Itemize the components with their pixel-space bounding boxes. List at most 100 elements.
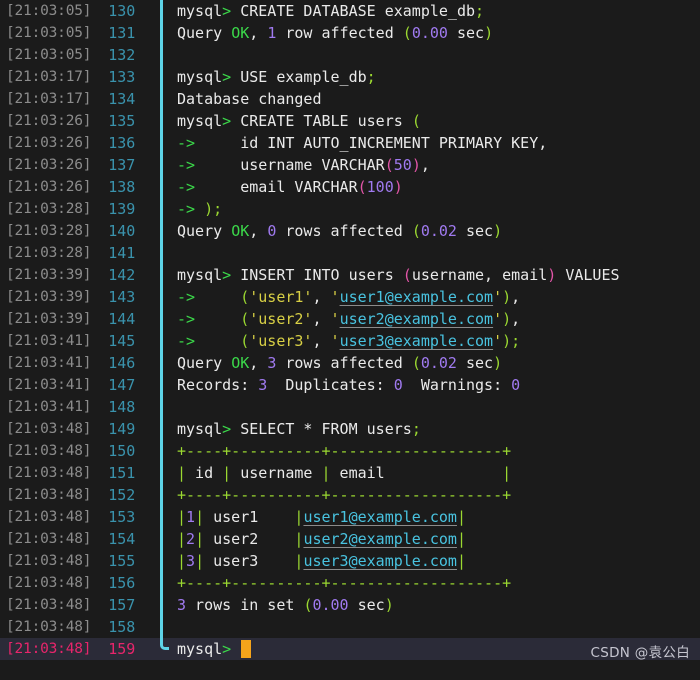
line-gutter: [21:03:48] 151 xyxy=(0,462,160,484)
line-content[interactable]: -> ('user1', ' user1@example.com '), xyxy=(163,286,700,308)
terminal-line[interactable]: [21:03:28] 139 -> ); xyxy=(0,198,700,220)
terminal-line[interactable]: [21:03:05] 132 xyxy=(0,44,700,66)
line-content[interactable]: -> ); xyxy=(163,198,700,220)
line-content[interactable]: Query OK, 0 rows affected (0.02 sec) xyxy=(163,220,700,242)
line-gutter: [21:03:48] 150 xyxy=(0,440,160,462)
line-content[interactable]: | id | username | email | xyxy=(163,462,700,484)
line-content[interactable]: | 2 | user2 | user2@example.com | xyxy=(163,528,700,550)
line-number: 153 xyxy=(108,508,136,526)
terminal-line[interactable]: [21:03:48] 154 | 2 | user2 | user2@example… xyxy=(0,528,700,550)
terminal-line[interactable]: [21:03:39] 144 -> ('user2', ' user2@exampl… xyxy=(0,308,700,330)
terminal-line[interactable]: [21:03:41] 145 -> ('user3', ' user3@exampl… xyxy=(0,330,700,352)
line-content[interactable]: mysql > USE example_db; xyxy=(163,66,700,88)
line-content[interactable]: +----+----------+-------------------+ xyxy=(163,484,700,506)
line-content[interactable]: -> ('user2', ' user2@example.com '), xyxy=(163,308,700,330)
line-content[interactable]: Database changed xyxy=(163,88,700,110)
terminal-line[interactable]: [21:03:17] 134 Database changed xyxy=(0,88,700,110)
terminal-line[interactable]: [21:03:17] 133 mysql > USE example_db; xyxy=(0,66,700,88)
line-number: 155 xyxy=(108,552,136,570)
terminal-line[interactable]: [21:03:26] 137 -> username VARCHAR(50), xyxy=(0,154,700,176)
line-gutter: [21:03:26] 137 xyxy=(0,154,160,176)
line-number: 146 xyxy=(108,354,136,372)
terminal-line[interactable]: [21:03:48] 153 | 1 | user1 | user1@example… xyxy=(0,506,700,528)
line-content[interactable]: | 3 | user3 | user3@example.com | xyxy=(163,550,700,572)
line-content[interactable] xyxy=(163,616,700,638)
line-timestamp: [21:03:39] xyxy=(6,289,92,305)
line-timestamp: [21:03:26] xyxy=(6,135,92,151)
terminal-line[interactable]: [21:03:39] 143 -> ('user1', ' user1@exampl… xyxy=(0,286,700,308)
line-content[interactable]: Query OK, 3 rows affected (0.02 sec) xyxy=(163,352,700,374)
line-content[interactable] xyxy=(163,44,700,66)
terminal-line[interactable]: [21:03:48] 152 +----+----------+----------… xyxy=(0,484,700,506)
terminal-line[interactable]: [21:03:48] 158 xyxy=(0,616,700,638)
text-cursor xyxy=(241,640,252,658)
terminal-line[interactable]: [21:03:48] 157 3 rows in set (0.00 sec) xyxy=(0,594,700,616)
line-content[interactable]: mysql > CREATE TABLE users ( xyxy=(163,110,700,132)
terminal-line[interactable]: [21:03:39] 142 mysql > INSERT INTO users (u… xyxy=(0,264,700,286)
terminal-line[interactable]: [21:03:26] 135 mysql > CREATE TABLE users ( xyxy=(0,110,700,132)
line-gutter: [21:03:48] 152 xyxy=(0,484,160,506)
line-content[interactable]: mysql > SELECT * FROM users; xyxy=(163,418,700,440)
line-number: 147 xyxy=(108,376,136,394)
line-number: 144 xyxy=(108,310,136,328)
terminal-line[interactable]: [21:03:48] 150 +----+----------+----------… xyxy=(0,440,700,462)
line-gutter: [21:03:48] 157 xyxy=(0,594,160,616)
line-number: 132 xyxy=(108,46,136,64)
line-number: 142 xyxy=(108,266,136,284)
line-number: 143 xyxy=(108,288,136,306)
line-content[interactable]: -> id INT AUTO_INCREMENT PRIMARY KEY, xyxy=(163,132,700,154)
terminal-line[interactable]: [21:03:05] 131 Query OK, 1 row affected (0… xyxy=(0,22,700,44)
line-content[interactable]: | 1 | user1 | user1@example.com | xyxy=(163,506,700,528)
terminal-line[interactable]: [21:03:41] 146 Query OK, 3 rows affected (… xyxy=(0,352,700,374)
line-number: 138 xyxy=(108,178,136,196)
line-content[interactable]: +----+----------+-------------------+ xyxy=(163,440,700,462)
terminal-output[interactable]: [21:03:05] 130 mysql > CREATE DATABASE exam… xyxy=(0,0,700,660)
line-timestamp: [21:03:48] xyxy=(6,531,92,547)
line-number: 130 xyxy=(108,2,136,20)
line-content[interactable]: mysql > xyxy=(163,638,700,660)
line-number: 154 xyxy=(108,530,136,548)
line-content[interactable]: Records: 3 Duplicates: 0 Warnings: 0 xyxy=(163,374,700,396)
line-content[interactable] xyxy=(163,242,700,264)
terminal-line[interactable]: [21:03:48] 155 | 3 | user3 | user3@example… xyxy=(0,550,700,572)
line-gutter: [21:03:48] 155 xyxy=(0,550,160,572)
terminal-line[interactable]: [21:03:05] 130 mysql > CREATE DATABASE exam… xyxy=(0,0,700,22)
line-content[interactable]: mysql > INSERT INTO users (username, emai… xyxy=(163,264,700,286)
line-timestamp: [21:03:41] xyxy=(6,333,92,349)
line-gutter: [21:03:17] 133 xyxy=(0,66,160,88)
line-timestamp: [21:03:41] xyxy=(6,399,92,415)
line-timestamp: [21:03:48] xyxy=(6,509,92,525)
line-number: 149 xyxy=(108,420,136,438)
terminal-line[interactable]: [21:03:28] 141 xyxy=(0,242,700,264)
terminal-line[interactable]: [21:03:48] 151 | id | username | email | xyxy=(0,462,700,484)
line-number: 148 xyxy=(108,398,136,416)
terminal-line[interactable]: [21:03:26] 138 -> email VARCHAR(100) xyxy=(0,176,700,198)
line-timestamp: [21:03:48] xyxy=(6,641,92,657)
line-content[interactable]: +----+----------+-------------------+ xyxy=(163,572,700,594)
line-content[interactable]: Query OK, 1 row affected (0.00 sec) xyxy=(163,22,700,44)
line-number: 152 xyxy=(108,486,136,504)
line-number: 131 xyxy=(108,24,136,42)
line-timestamp: [21:03:26] xyxy=(6,179,92,195)
line-content[interactable]: 3 rows in set (0.00 sec) xyxy=(163,594,700,616)
line-content[interactable]: -> username VARCHAR(50), xyxy=(163,154,700,176)
line-content[interactable]: -> ('user3', ' user3@example.com '); xyxy=(163,330,700,352)
line-timestamp: [21:03:28] xyxy=(6,201,92,217)
line-content[interactable]: mysql > CREATE DATABASE example_db; xyxy=(163,0,700,22)
terminal-window[interactable]: [21:03:05] 130 mysql > CREATE DATABASE exam… xyxy=(0,0,700,680)
line-content[interactable] xyxy=(163,396,700,418)
terminal-line[interactable]: [21:03:41] 147 Records: 3 Duplicates: 0 Wa… xyxy=(0,374,700,396)
line-number: 135 xyxy=(108,112,136,130)
line-timestamp: [21:03:48] xyxy=(6,619,92,635)
terminal-line[interactable]: [21:03:48] 149 mysql > SELECT * FROM users; xyxy=(0,418,700,440)
terminal-line[interactable]: [21:03:26] 136 -> id INT AUTO_INCREMENT P… xyxy=(0,132,700,154)
line-content[interactable]: -> email VARCHAR(100) xyxy=(163,176,700,198)
terminal-line[interactable]: [21:03:48] 156 +----+----------+----------… xyxy=(0,572,700,594)
line-number: 158 xyxy=(108,618,136,636)
terminal-line[interactable]: [21:03:28] 140 Query OK, 0 rows affected (… xyxy=(0,220,700,242)
line-timestamp: [21:03:41] xyxy=(6,377,92,393)
line-timestamp: [21:03:48] xyxy=(6,575,92,591)
terminal-line[interactable]: [21:03:41] 148 xyxy=(0,396,700,418)
line-gutter: [21:03:39] 142 xyxy=(0,264,160,286)
terminal-prompt-line[interactable]: [21:03:48] 159 mysql > xyxy=(0,627,700,660)
